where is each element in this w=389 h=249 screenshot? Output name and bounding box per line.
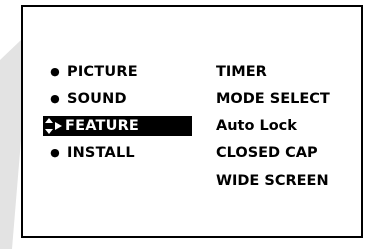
sub-menu-item-mode-select[interactable]: MODE SELECT (216, 89, 330, 109)
bullet-icon: ● (50, 146, 60, 159)
main-menu-item-label: PICTURE (67, 64, 138, 80)
tv-menu-screen: ● PICTURE ● SOUND FEATURE ● INSTALL TIME… (0, 0, 389, 249)
sub-menu-item-closed-cap[interactable]: CLOSED CAP (216, 143, 318, 163)
main-menu-item-label: INSTALL (67, 145, 135, 161)
main-menu-item-label: FEATURE (65, 118, 140, 134)
sub-menu-item-timer[interactable]: TIMER (216, 62, 267, 82)
sub-menu-item-auto-lock[interactable]: Auto Lock (216, 116, 297, 136)
up-down-right-arrow-icon (45, 118, 62, 134)
main-menu-item-label: SOUND (67, 91, 127, 107)
bullet-icon: ● (50, 92, 60, 105)
bullet-icon: ● (50, 65, 60, 78)
main-menu-item-feature-selected[interactable]: FEATURE (43, 116, 192, 136)
sub-menu-item-wide-screen[interactable]: WIDE SCREEN (216, 171, 329, 191)
